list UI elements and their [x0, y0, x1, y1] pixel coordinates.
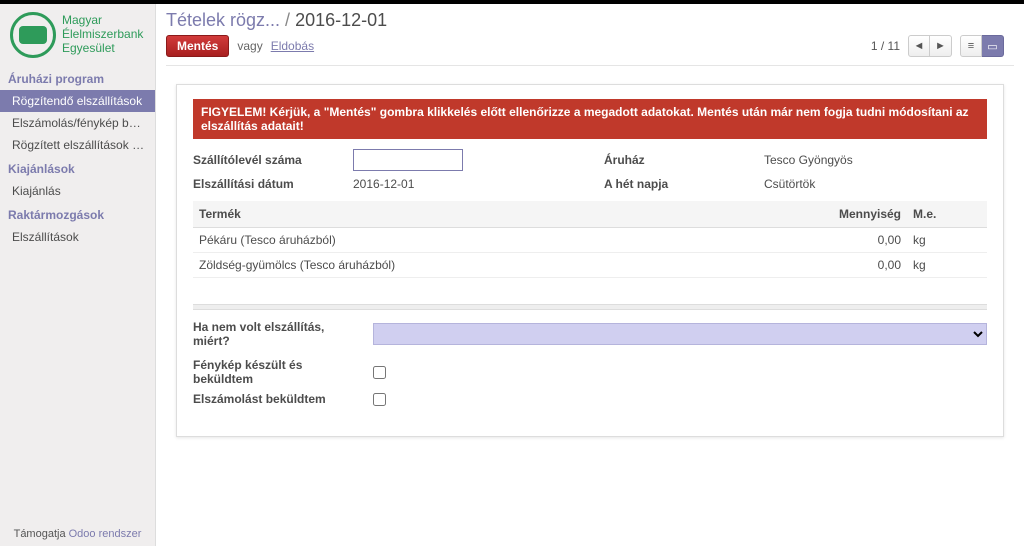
store-label: Áruház	[604, 153, 754, 167]
breadcrumb: Tételek rögz... / 2016-12-01	[166, 10, 1014, 31]
nav-section-kiajanlasok: Kiajánlások	[0, 156, 155, 180]
pager-next-button[interactable]: ►	[930, 35, 952, 57]
settlement-label: Elszámolást beküldtem	[193, 392, 363, 406]
col-unit: M.e.	[907, 201, 987, 228]
photo-checkbox[interactable]	[373, 366, 386, 379]
dow-label: A hét napja	[604, 177, 754, 191]
view-list-button[interactable]: ≡	[960, 35, 982, 57]
no-delivery-label: Ha nem volt elszállítás, miért?	[193, 320, 363, 348]
arrow-left-icon: ◄	[914, 40, 925, 52]
breadcrumb-sep: /	[280, 10, 295, 30]
nav-section-raktar: Raktármozgások	[0, 202, 155, 226]
content: FIGYELEM! Kérjük, a "Mentés" gombra klik…	[156, 70, 1024, 546]
pager-text: 1 / 11	[871, 39, 900, 53]
toolbar: Mentés vagy Eldobás 1 / 11 ◄ ►	[166, 31, 1014, 66]
cell-unit: kg	[907, 253, 987, 278]
footer: Támogatja Odoo rendszer	[0, 522, 155, 546]
discard-link[interactable]: Eldobás	[271, 39, 314, 53]
lines-table: Termék Mennyiség M.e. Pékáru (Tesco áruh…	[193, 201, 987, 278]
table-row[interactable]: Pékáru (Tesco áruházból) 0,00 kg	[193, 228, 987, 253]
pager-prev-button[interactable]: ◄	[908, 35, 930, 57]
dow-value: Csütörtök	[764, 177, 815, 191]
nav-item-elszamolas[interactable]: Elszámolás/fénykép bekül...	[0, 112, 155, 134]
view-form-button[interactable]: ▭	[982, 35, 1004, 57]
breadcrumb-current: 2016-12-01	[295, 10, 387, 30]
cell-qty: 0,00	[767, 253, 907, 278]
no-delivery-select[interactable]	[373, 323, 987, 345]
logo-line2: Élelmiszerbank	[62, 28, 143, 42]
delivery-note-input[interactable]	[353, 149, 463, 171]
sidebar: Magyar Élelmiszerbank Egyesület Áruházi …	[0, 4, 156, 546]
logo-icon	[10, 12, 56, 58]
nav-item-rogzitett[interactable]: Rögzített elszállítások leké...	[0, 134, 155, 156]
nav-item-elszallitasok[interactable]: Elszállítások	[0, 226, 155, 248]
col-qty: Mennyiség	[767, 201, 907, 228]
store-value: Tesco Gyöngyös	[764, 153, 853, 167]
date-label: Elszállítási dátum	[193, 177, 343, 191]
list-icon: ≡	[968, 40, 974, 52]
warning-alert: FIGYELEM! Kérjük, a "Mentés" gombra klik…	[193, 99, 987, 139]
col-product: Termék	[193, 201, 767, 228]
breadcrumb-parent[interactable]: Tételek rögz...	[166, 10, 280, 30]
nav-section-aruhazi: Áruházi program	[0, 66, 155, 90]
separator	[193, 304, 987, 310]
delivery-note-label: Szállítólevél száma	[193, 153, 343, 167]
nav-item-rogzitendo[interactable]: Rögzítendő elszállítások	[0, 90, 155, 112]
cell-qty: 0,00	[767, 228, 907, 253]
cell-product: Zöldség-gyümölcs (Tesco áruházból)	[193, 253, 767, 278]
logo-text: Magyar Élelmiszerbank Egyesület	[62, 14, 143, 55]
main: Tételek rögz... / 2016-12-01 Mentés vagy…	[156, 4, 1024, 546]
form-icon: ▭	[987, 40, 997, 53]
logo: Magyar Élelmiszerbank Egyesület	[0, 4, 155, 66]
save-button[interactable]: Mentés	[166, 35, 229, 57]
footer-link[interactable]: Odoo rendszer	[69, 528, 142, 540]
photo-label: Fénykép készült és beküldtem	[193, 358, 363, 386]
cell-product: Pékáru (Tesco áruházból)	[193, 228, 767, 253]
header: Tételek rögz... / 2016-12-01 Mentés vagy…	[156, 4, 1024, 70]
nav-item-kiajanlas[interactable]: Kiajánlás	[0, 180, 155, 202]
logo-line3: Egyesület	[62, 42, 143, 56]
settlement-checkbox[interactable]	[373, 393, 386, 406]
pager-buttons: ◄ ►	[908, 35, 952, 57]
footer-prefix: Támogatja	[14, 528, 69, 540]
form-grid: Szállítólevél száma Áruház Tesco Gyöngyö…	[193, 149, 987, 191]
arrow-right-icon: ►	[935, 40, 946, 52]
or-text: vagy	[237, 39, 262, 53]
form-sheet: FIGYELEM! Kérjük, a "Mentés" gombra klik…	[176, 84, 1004, 437]
date-value: 2016-12-01	[353, 177, 414, 191]
view-switch: ≡ ▭	[960, 35, 1004, 57]
nav: Áruházi program Rögzítendő elszállítások…	[0, 66, 155, 522]
table-row[interactable]: Zöldség-gyümölcs (Tesco áruházból) 0,00 …	[193, 253, 987, 278]
cell-unit: kg	[907, 228, 987, 253]
